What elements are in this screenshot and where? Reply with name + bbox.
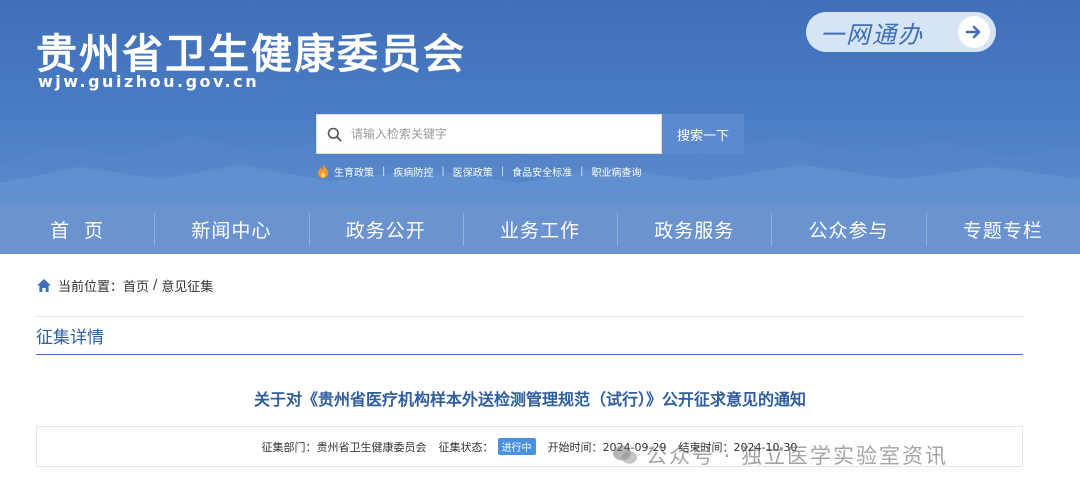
search-box [316, 114, 662, 154]
site-title[interactable]: 贵州省卫生健康委员会 [36, 20, 466, 80]
breadcrumb-current[interactable]: 意见征集 [161, 276, 213, 295]
arrow-right-icon [958, 16, 990, 48]
article-title: 关于对《贵州省医疗机构样本外送检测管理规范（试行）》公开征求意见的通知 [253, 390, 806, 409]
home-icon [36, 278, 52, 293]
hot-link-fertility-policy[interactable]: 生育政策 [334, 164, 374, 179]
hot-link-medical-insurance[interactable]: 医保政策 [453, 164, 493, 179]
main-nav: 首 页 新闻中心 政务公开 业务工作 政务服务 公众参与 专题专栏 [0, 205, 1080, 254]
nav-item-special-topics[interactable]: 专题专栏 [925, 205, 1080, 254]
wechat-watermark: 公众号 · 独立医学实验室资讯 [612, 440, 948, 470]
breadcrumb-separator: / [153, 278, 158, 293]
nav-item-government-affairs[interactable]: 政务公开 [308, 205, 463, 254]
search-input[interactable] [351, 127, 651, 141]
hot-links: 生育政策 | 疾病防控 | 医保政策 | 食品安全标准 | 职业病查询 [316, 163, 642, 179]
one-stop-service-label: 一网通办 [820, 20, 924, 49]
hot-link-occupational-disease[interactable]: 职业病查询 [592, 164, 642, 179]
watermark-text: 公众号 · 独立医学实验室资讯 [646, 444, 949, 468]
breadcrumb: 当前位置： 首页 / 意见征集 [36, 276, 213, 295]
site-domain: wjw.guizhou.gov.cn [38, 72, 260, 91]
divider [36, 316, 1023, 317]
meta-department: 征集部门：贵州省卫生健康委员会 [261, 440, 427, 454]
wechat-icon [612, 444, 638, 466]
nav-item-public-participation[interactable]: 公众参与 [771, 205, 925, 254]
one-stop-service-button[interactable]: 一网通办 [806, 12, 996, 52]
nav-item-government-services[interactable]: 政务服务 [617, 205, 771, 254]
hot-link-disease-control[interactable]: 疾病防控 [393, 164, 433, 179]
section-title: 征集详情 [36, 328, 104, 348]
hot-link-food-safety[interactable]: 食品安全标准 [512, 164, 572, 179]
search-icon [317, 127, 351, 142]
header-banner: 贵州省卫生健康委员会 wjw.guizhou.gov.cn 一网通办 搜索一下 … [0, 0, 1080, 205]
section-divider [36, 354, 1023, 355]
nav-item-business-work[interactable]: 业务工作 [462, 205, 617, 254]
breadcrumb-prefix: 当前位置： [58, 280, 124, 295]
status-badge: 进行中 [497, 438, 536, 455]
nav-item-news-center[interactable]: 新闻中心 [154, 205, 308, 254]
search-button[interactable]: 搜索一下 [662, 114, 744, 154]
breadcrumb-home-link[interactable]: 首页 [123, 276, 149, 295]
meta-status: 征集状态： 进行中 [439, 438, 536, 455]
flame-icon [316, 163, 330, 179]
nav-item-home[interactable]: 首 页 [0, 205, 154, 254]
